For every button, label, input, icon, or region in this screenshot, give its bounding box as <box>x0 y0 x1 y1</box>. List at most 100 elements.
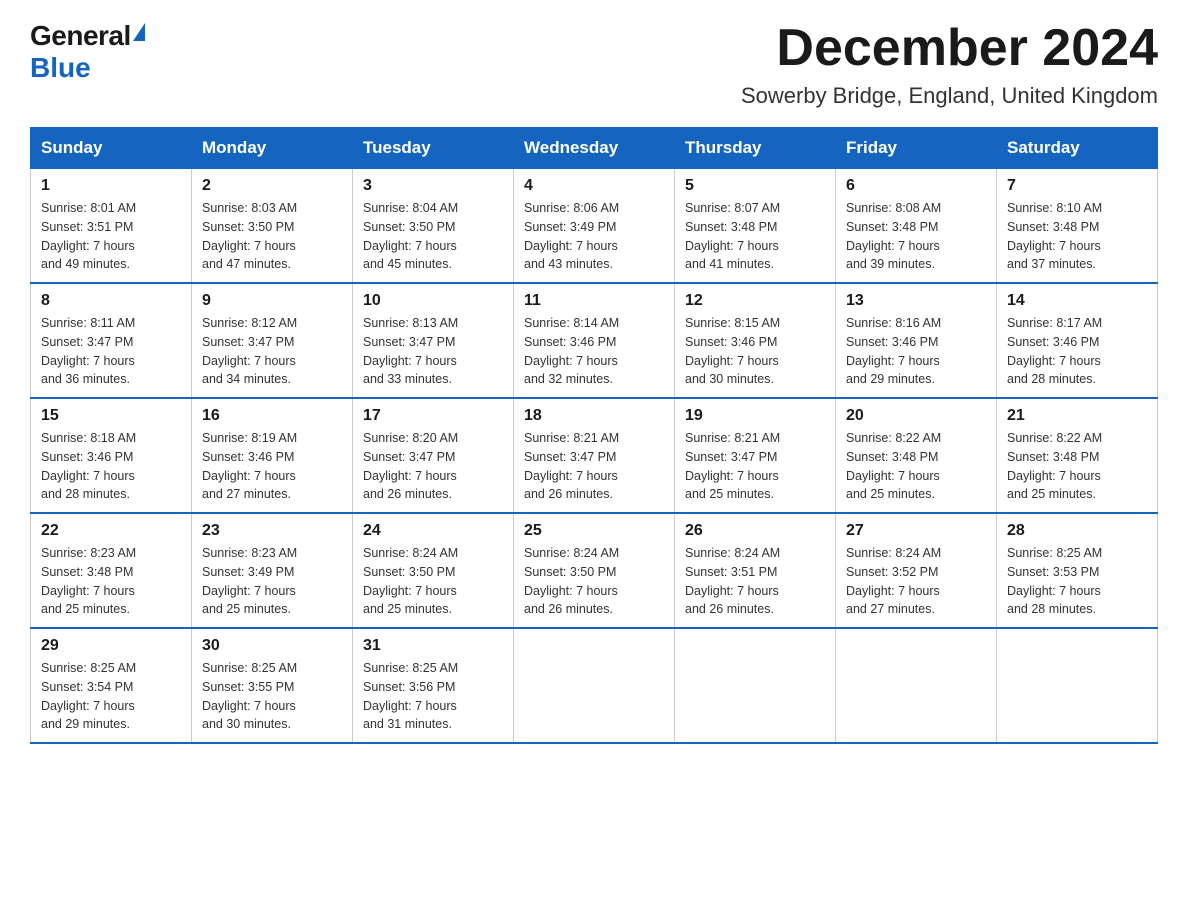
calendar-week-row: 1 Sunrise: 8:01 AMSunset: 3:51 PMDayligh… <box>31 169 1158 284</box>
day-number: 28 <box>1007 522 1147 540</box>
calendar-table: SundayMondayTuesdayWednesdayThursdayFrid… <box>30 127 1158 744</box>
weekday-header-monday: Monday <box>192 128 353 169</box>
calendar-cell: 3 Sunrise: 8:04 AMSunset: 3:50 PMDayligh… <box>353 169 514 284</box>
day-number: 16 <box>202 407 342 425</box>
day-info: Sunrise: 8:01 AMSunset: 3:51 PMDaylight:… <box>41 201 136 271</box>
day-info: Sunrise: 8:22 AMSunset: 3:48 PMDaylight:… <box>1007 431 1102 501</box>
day-info: Sunrise: 8:20 AMSunset: 3:47 PMDaylight:… <box>363 431 458 501</box>
weekday-header-saturday: Saturday <box>997 128 1158 169</box>
day-number: 5 <box>685 177 825 195</box>
logo: General Blue <box>30 20 145 84</box>
day-info: Sunrise: 8:11 AMSunset: 3:47 PMDaylight:… <box>41 316 135 386</box>
calendar-cell <box>514 628 675 743</box>
day-info: Sunrise: 8:03 AMSunset: 3:50 PMDaylight:… <box>202 201 297 271</box>
header: General Blue December 2024 Sowerby Bridg… <box>30 20 1158 109</box>
calendar-cell: 10 Sunrise: 8:13 AMSunset: 3:47 PMDaylig… <box>353 283 514 398</box>
day-info: Sunrise: 8:24 AMSunset: 3:50 PMDaylight:… <box>363 546 458 616</box>
day-number: 20 <box>846 407 986 425</box>
calendar-cell: 15 Sunrise: 8:18 AMSunset: 3:46 PMDaylig… <box>31 398 192 513</box>
day-info: Sunrise: 8:06 AMSunset: 3:49 PMDaylight:… <box>524 201 619 271</box>
day-number: 2 <box>202 177 342 195</box>
day-info: Sunrise: 8:25 AMSunset: 3:54 PMDaylight:… <box>41 661 136 731</box>
day-number: 7 <box>1007 177 1147 195</box>
day-number: 27 <box>846 522 986 540</box>
calendar-week-row: 22 Sunrise: 8:23 AMSunset: 3:48 PMDaylig… <box>31 513 1158 628</box>
day-number: 3 <box>363 177 503 195</box>
calendar-week-row: 8 Sunrise: 8:11 AMSunset: 3:47 PMDayligh… <box>31 283 1158 398</box>
calendar-cell: 19 Sunrise: 8:21 AMSunset: 3:47 PMDaylig… <box>675 398 836 513</box>
day-info: Sunrise: 8:23 AMSunset: 3:49 PMDaylight:… <box>202 546 297 616</box>
calendar-cell: 12 Sunrise: 8:15 AMSunset: 3:46 PMDaylig… <box>675 283 836 398</box>
calendar-cell: 21 Sunrise: 8:22 AMSunset: 3:48 PMDaylig… <box>997 398 1158 513</box>
day-info: Sunrise: 8:23 AMSunset: 3:48 PMDaylight:… <box>41 546 136 616</box>
weekday-header-row: SundayMondayTuesdayWednesdayThursdayFrid… <box>31 128 1158 169</box>
day-info: Sunrise: 8:17 AMSunset: 3:46 PMDaylight:… <box>1007 316 1102 386</box>
day-number: 24 <box>363 522 503 540</box>
day-info: Sunrise: 8:25 AMSunset: 3:56 PMDaylight:… <box>363 661 458 731</box>
weekday-header-friday: Friday <box>836 128 997 169</box>
calendar-cell: 26 Sunrise: 8:24 AMSunset: 3:51 PMDaylig… <box>675 513 836 628</box>
calendar-cell: 14 Sunrise: 8:17 AMSunset: 3:46 PMDaylig… <box>997 283 1158 398</box>
day-number: 21 <box>1007 407 1147 425</box>
calendar-cell: 30 Sunrise: 8:25 AMSunset: 3:55 PMDaylig… <box>192 628 353 743</box>
calendar-cell: 18 Sunrise: 8:21 AMSunset: 3:47 PMDaylig… <box>514 398 675 513</box>
day-info: Sunrise: 8:04 AMSunset: 3:50 PMDaylight:… <box>363 201 458 271</box>
day-info: Sunrise: 8:18 AMSunset: 3:46 PMDaylight:… <box>41 431 136 501</box>
day-number: 15 <box>41 407 181 425</box>
day-number: 19 <box>685 407 825 425</box>
day-info: Sunrise: 8:25 AMSunset: 3:53 PMDaylight:… <box>1007 546 1102 616</box>
calendar-cell: 5 Sunrise: 8:07 AMSunset: 3:48 PMDayligh… <box>675 169 836 284</box>
calendar-cell <box>675 628 836 743</box>
weekday-header-thursday: Thursday <box>675 128 836 169</box>
day-number: 14 <box>1007 292 1147 310</box>
day-number: 6 <box>846 177 986 195</box>
calendar-cell: 13 Sunrise: 8:16 AMSunset: 3:46 PMDaylig… <box>836 283 997 398</box>
calendar-cell: 25 Sunrise: 8:24 AMSunset: 3:50 PMDaylig… <box>514 513 675 628</box>
day-number: 17 <box>363 407 503 425</box>
calendar-cell: 31 Sunrise: 8:25 AMSunset: 3:56 PMDaylig… <box>353 628 514 743</box>
calendar-cell: 2 Sunrise: 8:03 AMSunset: 3:50 PMDayligh… <box>192 169 353 284</box>
calendar-cell: 17 Sunrise: 8:20 AMSunset: 3:47 PMDaylig… <box>353 398 514 513</box>
day-number: 4 <box>524 177 664 195</box>
day-info: Sunrise: 8:15 AMSunset: 3:46 PMDaylight:… <box>685 316 780 386</box>
day-info: Sunrise: 8:07 AMSunset: 3:48 PMDaylight:… <box>685 201 780 271</box>
day-number: 26 <box>685 522 825 540</box>
calendar-cell: 9 Sunrise: 8:12 AMSunset: 3:47 PMDayligh… <box>192 283 353 398</box>
day-number: 18 <box>524 407 664 425</box>
calendar-cell: 22 Sunrise: 8:23 AMSunset: 3:48 PMDaylig… <box>31 513 192 628</box>
day-number: 9 <box>202 292 342 310</box>
calendar-subtitle: Sowerby Bridge, England, United Kingdom <box>741 83 1158 109</box>
weekday-header-tuesday: Tuesday <box>353 128 514 169</box>
calendar-cell: 4 Sunrise: 8:06 AMSunset: 3:49 PMDayligh… <box>514 169 675 284</box>
calendar-cell <box>836 628 997 743</box>
calendar-cell: 27 Sunrise: 8:24 AMSunset: 3:52 PMDaylig… <box>836 513 997 628</box>
day-info: Sunrise: 8:24 AMSunset: 3:51 PMDaylight:… <box>685 546 780 616</box>
logo-general-text: General <box>30 20 131 52</box>
calendar-cell: 28 Sunrise: 8:25 AMSunset: 3:53 PMDaylig… <box>997 513 1158 628</box>
calendar-cell: 1 Sunrise: 8:01 AMSunset: 3:51 PMDayligh… <box>31 169 192 284</box>
calendar-title: December 2024 <box>741 20 1158 77</box>
day-number: 22 <box>41 522 181 540</box>
day-number: 30 <box>202 637 342 655</box>
calendar-cell <box>997 628 1158 743</box>
day-info: Sunrise: 8:19 AMSunset: 3:46 PMDaylight:… <box>202 431 297 501</box>
calendar-cell: 16 Sunrise: 8:19 AMSunset: 3:46 PMDaylig… <box>192 398 353 513</box>
calendar-cell: 11 Sunrise: 8:14 AMSunset: 3:46 PMDaylig… <box>514 283 675 398</box>
day-number: 13 <box>846 292 986 310</box>
day-info: Sunrise: 8:14 AMSunset: 3:46 PMDaylight:… <box>524 316 619 386</box>
day-info: Sunrise: 8:25 AMSunset: 3:55 PMDaylight:… <box>202 661 297 731</box>
calendar-cell: 29 Sunrise: 8:25 AMSunset: 3:54 PMDaylig… <box>31 628 192 743</box>
calendar-week-row: 15 Sunrise: 8:18 AMSunset: 3:46 PMDaylig… <box>31 398 1158 513</box>
day-number: 23 <box>202 522 342 540</box>
logo-triangle-icon <box>133 23 145 41</box>
calendar-cell: 8 Sunrise: 8:11 AMSunset: 3:47 PMDayligh… <box>31 283 192 398</box>
day-number: 12 <box>685 292 825 310</box>
day-number: 11 <box>524 292 664 310</box>
day-number: 25 <box>524 522 664 540</box>
day-info: Sunrise: 8:24 AMSunset: 3:50 PMDaylight:… <box>524 546 619 616</box>
day-info: Sunrise: 8:22 AMSunset: 3:48 PMDaylight:… <box>846 431 941 501</box>
logo-blue-text: Blue <box>30 52 91 84</box>
day-number: 31 <box>363 637 503 655</box>
day-info: Sunrise: 8:24 AMSunset: 3:52 PMDaylight:… <box>846 546 941 616</box>
day-number: 29 <box>41 637 181 655</box>
